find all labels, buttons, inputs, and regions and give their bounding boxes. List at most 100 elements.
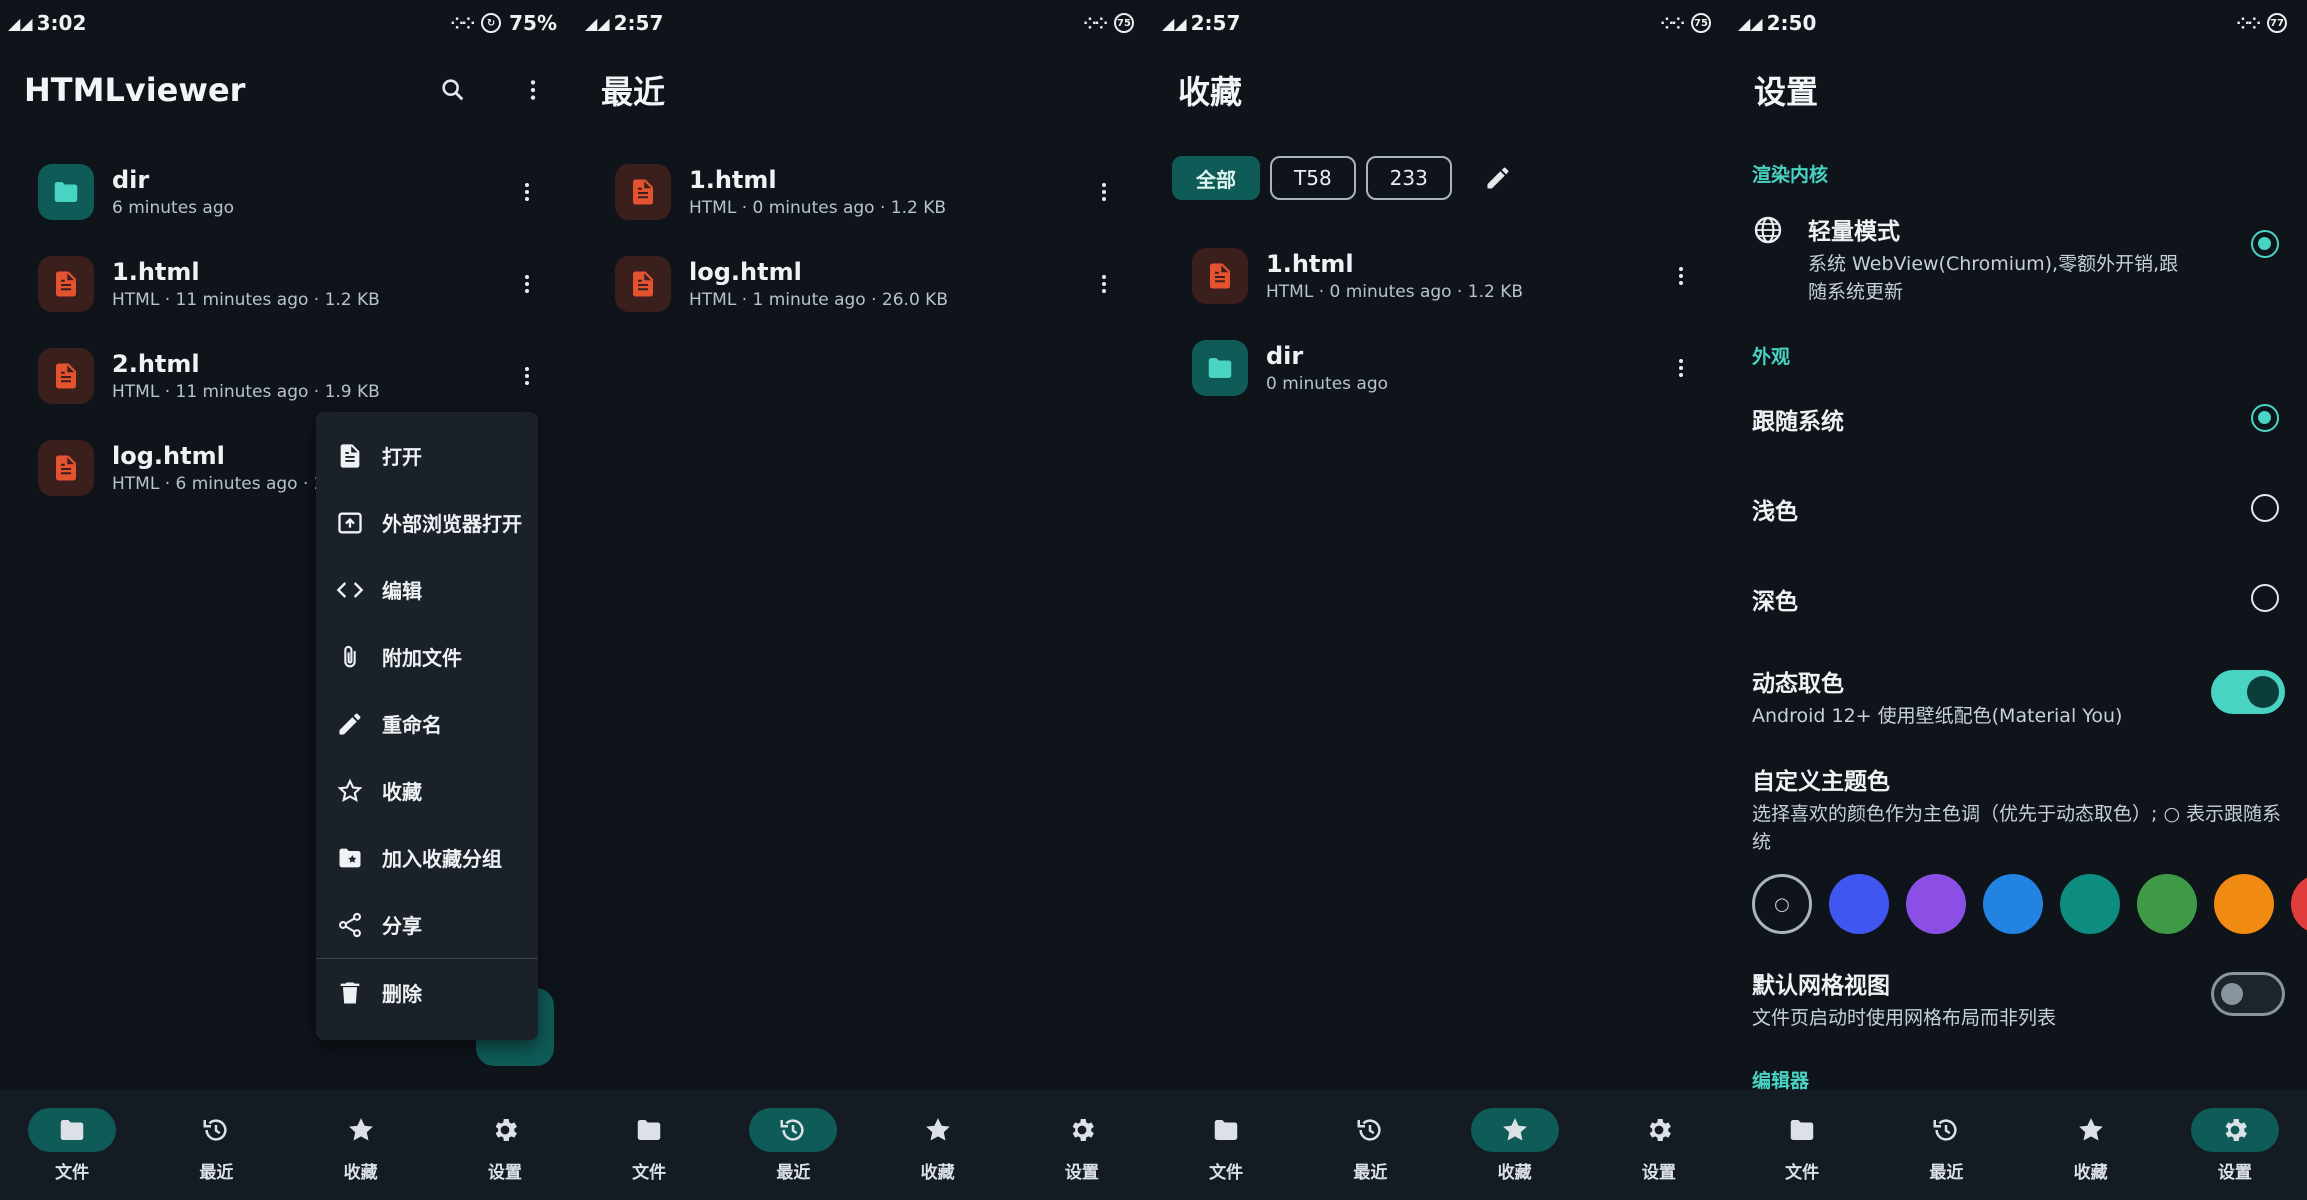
nav-recent[interactable]: 最近 <box>1298 1090 1442 1200</box>
setting-custom-theme: 自定义主题色 选择喜欢的颜色作为主色调（优先于动态取色）; ○ 表示跟随系统 <box>1752 762 2285 856</box>
swatch-follow-system[interactable]: ○ <box>1752 874 1812 934</box>
setting-title: 动态取色 <box>1752 671 1844 697</box>
list-item[interactable]: dir 6 minutes ago <box>0 146 577 238</box>
swatch-purple[interactable] <box>1906 874 1966 934</box>
setting-light-mode[interactable]: 轻量模式 系统 WebView(Chromium),零额外开销,跟随系统更新 <box>1752 212 2285 306</box>
search-icon[interactable] <box>433 70 473 110</box>
menu-item-open[interactable]: 打开 <box>316 422 538 489</box>
item-meta: HTML · 11 minutes ago · 1.9 KB <box>112 382 380 402</box>
nav-label: 文件 <box>55 1162 90 1183</box>
radio-theme-dark[interactable] <box>2251 584 2279 612</box>
html-file-icon <box>38 440 94 496</box>
trash-icon <box>336 979 364 1007</box>
page-title: 最近 <box>601 73 666 111</box>
menu-item-favorite[interactable]: 收藏 <box>316 757 538 824</box>
menu-item-open-external[interactable]: 外部浏览器打开 <box>316 489 538 556</box>
toggle-grid-view[interactable] <box>2211 972 2285 1016</box>
nav-settings[interactable]: 设置 <box>1010 1090 1154 1200</box>
overflow-menu-icon[interactable] <box>513 70 553 110</box>
html-file-icon <box>1192 248 1248 304</box>
item-meta: HTML · 11 minutes ago · 1.2 KB <box>112 290 380 310</box>
nav-settings[interactable]: 设置 <box>2163 1090 2307 1200</box>
item-meta: HTML · 0 minutes ago · 1.2 KB <box>689 198 947 218</box>
list-item[interactable]: 1.html HTML · 0 minutes ago · 1.2 KB <box>1154 230 1731 322</box>
nav-favorites[interactable]: 收藏 <box>289 1090 433 1200</box>
battery-icon: 75 <box>1691 13 1711 33</box>
swatch-orange[interactable] <box>2214 874 2274 934</box>
group-chips: 全部 T58 233 <box>1172 156 1518 200</box>
nav-settings[interactable]: 设置 <box>433 1090 577 1200</box>
menu-item-label: 附加文件 <box>382 646 462 670</box>
chip-all[interactable]: 全部 <box>1172 156 1260 200</box>
list-item[interactable]: 2.html HTML · 11 minutes ago · 1.9 KB <box>0 330 577 422</box>
nav-files[interactable]: 文件 <box>1730 1090 1874 1200</box>
color-swatches: ○ <box>1752 874 2307 934</box>
globe-icon <box>1752 214 1784 246</box>
bottom-nav: 文件 最近 收藏 设置 <box>1154 1090 1731 1200</box>
nav-files[interactable]: 文件 <box>1154 1090 1298 1200</box>
menu-item-share[interactable]: 分享 <box>316 891 538 958</box>
menu-item-rename[interactable]: 重命名 <box>316 690 538 757</box>
item-more-icon[interactable] <box>507 356 547 396</box>
html-file-icon <box>38 256 94 312</box>
status-bar: ◢◢ 2:50 ⁘⁘ 77 <box>1730 0 2307 46</box>
bottom-nav: 文件 最近 收藏 设置 <box>1730 1090 2307 1200</box>
setting-theme-system[interactable]: 跟随系统 <box>1752 402 2285 442</box>
nav-recent[interactable]: 最近 <box>721 1090 865 1200</box>
signal-icon: ◢◢ <box>8 13 33 33</box>
menu-item-delete[interactable]: 删除 <box>316 959 538 1026</box>
item-more-icon[interactable] <box>1084 264 1124 304</box>
status-time: 2:50 <box>1766 11 1817 35</box>
status-bar: ◢◢ 2:57 ⁘⁘ 75 <box>1154 0 1731 46</box>
nav-files[interactable]: 文件 <box>577 1090 721 1200</box>
nav-favorites[interactable]: 收藏 <box>866 1090 1010 1200</box>
files-screen: ◢◢ 3:02 ⁘⁘ ↻ 75% HTMLviewer dir 6 minutes… <box>0 0 577 1200</box>
notification-icon: ⁘⁘ <box>2236 13 2261 33</box>
chip-group[interactable]: 233 <box>1365 156 1452 200</box>
menu-item-edit[interactable]: 编辑 <box>316 556 538 623</box>
edit-groups-icon[interactable] <box>1478 158 1518 198</box>
item-more-icon[interactable] <box>1661 348 1701 388</box>
item-more-icon[interactable] <box>507 172 547 212</box>
swatch-red[interactable] <box>2291 874 2307 934</box>
folder-icon <box>57 1115 87 1145</box>
item-name: 2.html <box>112 350 200 378</box>
nav-settings[interactable]: 设置 <box>1587 1090 1731 1200</box>
item-more-icon[interactable] <box>1661 256 1701 296</box>
document-icon <box>336 442 364 470</box>
item-meta: HTML · 6 minutes ago · 2 <box>112 474 325 494</box>
radio-theme-light[interactable] <box>2251 494 2279 522</box>
list-item[interactable]: dir 0 minutes ago <box>1154 322 1731 414</box>
radio-theme-system[interactable] <box>2251 404 2279 432</box>
menu-item-label: 收藏 <box>382 780 422 804</box>
setting-grid-view[interactable]: 默认网格视图 文件页启动时使用网格布局而非列表 <box>1752 966 2285 1032</box>
nav-files[interactable]: 文件 <box>0 1090 144 1200</box>
setting-dynamic-color[interactable]: 动态取色 Android 12+ 使用壁纸配色(Material You) <box>1752 664 2285 730</box>
item-name: 1.html <box>1266 250 1354 278</box>
nav-favorites[interactable]: 收藏 <box>1443 1090 1587 1200</box>
menu-item-label: 加入收藏分组 <box>382 847 502 871</box>
swatch-blue[interactable] <box>1829 874 1889 934</box>
item-more-icon[interactable] <box>507 264 547 304</box>
chip-group[interactable]: T58 <box>1270 156 1356 200</box>
section-header: 渲染内核 <box>1752 164 1829 186</box>
setting-theme-dark[interactable]: 深色 <box>1752 582 2285 622</box>
swatch-teal[interactable] <box>2060 874 2120 934</box>
nav-recent[interactable]: 最近 <box>1874 1090 2018 1200</box>
toggle-dynamic-color[interactable] <box>2211 670 2285 714</box>
menu-item-label: 外部浏览器打开 <box>382 512 522 536</box>
list-item[interactable]: log.html HTML · 1 minute ago · 26.0 KB <box>577 238 1154 330</box>
swatch-sky-blue[interactable] <box>1983 874 2043 934</box>
list-item[interactable]: 1.html HTML · 0 minutes ago · 1.2 KB <box>577 146 1154 238</box>
nav-favorites[interactable]: 收藏 <box>2019 1090 2163 1200</box>
menu-item-add-to-group[interactable]: 加入收藏分组 <box>316 824 538 891</box>
list-item[interactable]: 1.html HTML · 11 minutes ago · 1.2 KB <box>0 238 577 330</box>
menu-item-attach[interactable]: 附加文件 <box>316 623 538 690</box>
nav-recent[interactable]: 最近 <box>144 1090 288 1200</box>
item-more-icon[interactable] <box>1084 172 1124 212</box>
radio-light-mode[interactable] <box>2251 230 2279 258</box>
battery-text: 75% <box>509 11 557 35</box>
top-app-bar: 收藏 <box>1178 60 1707 120</box>
setting-theme-light[interactable]: 浅色 <box>1752 492 2285 532</box>
swatch-green[interactable] <box>2137 874 2197 934</box>
